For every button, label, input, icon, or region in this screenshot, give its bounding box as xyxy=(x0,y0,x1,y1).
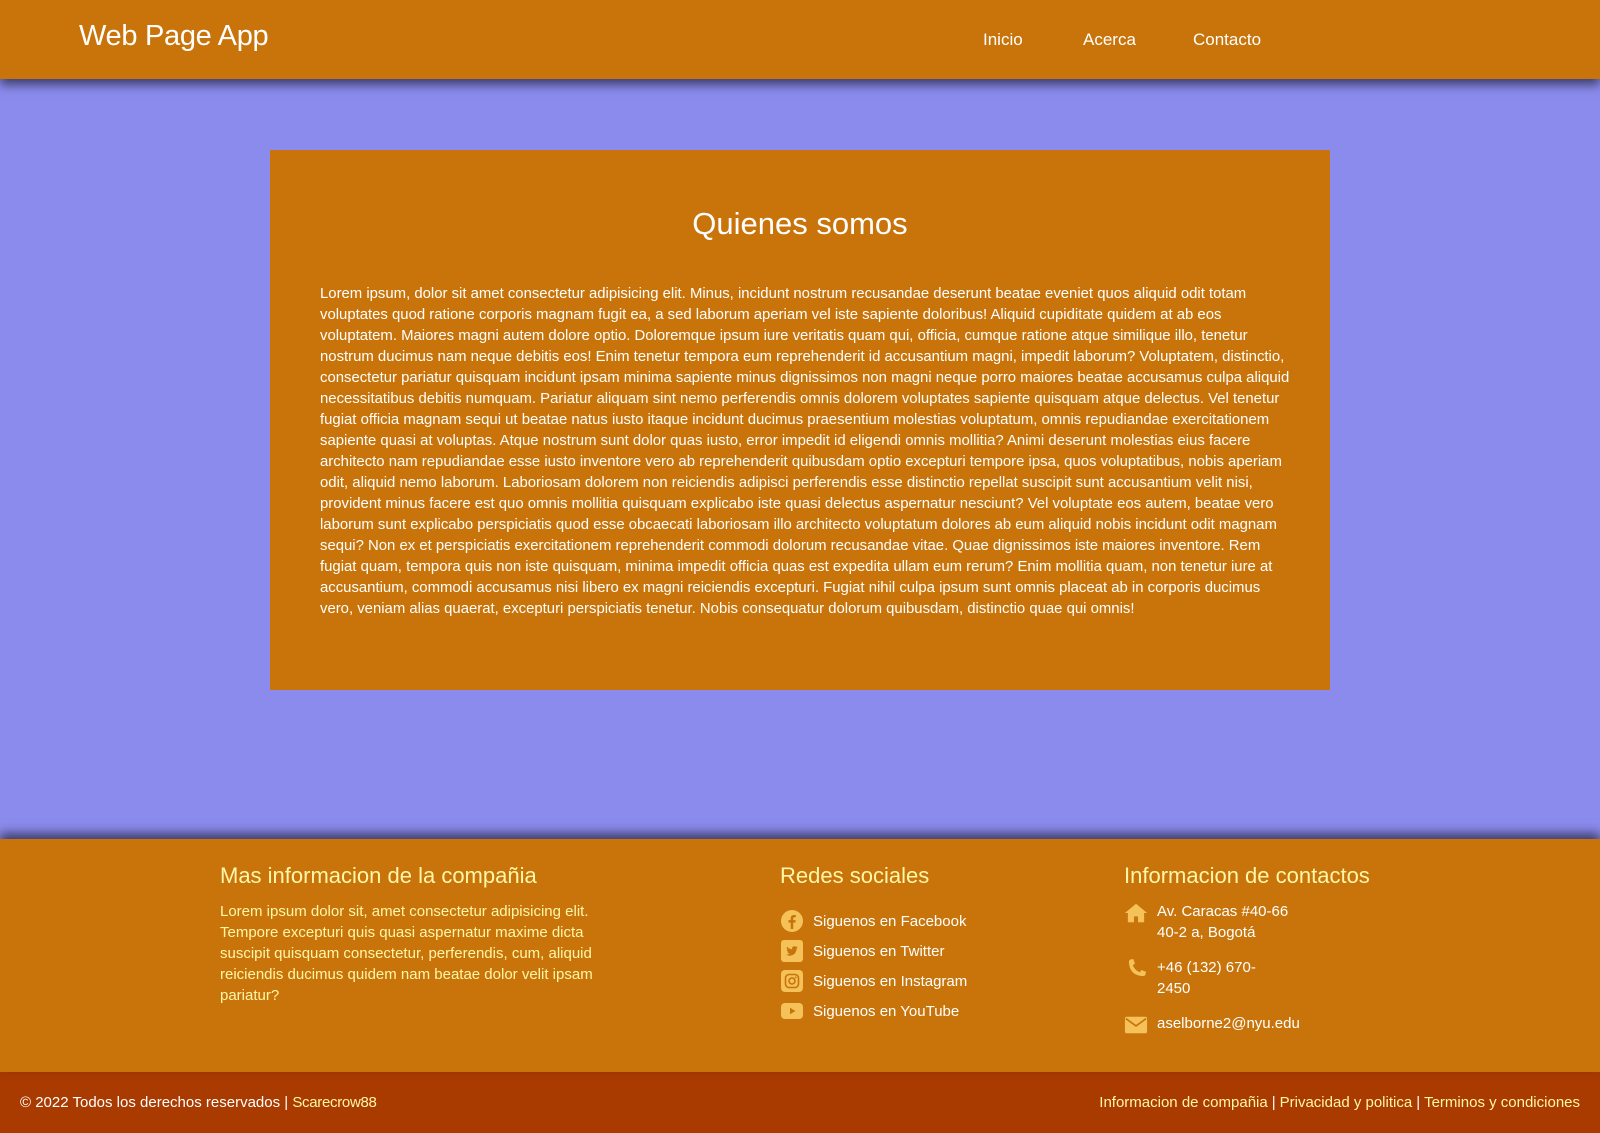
company-info-title: Mas informacion de la compañia xyxy=(220,863,537,888)
contact-column: Informacion de contactos Av. Caracas #40… xyxy=(1124,863,1414,1051)
social-title: Redes sociales xyxy=(780,863,930,888)
nav-link-inicio[interactable]: Inicio xyxy=(983,30,1023,50)
company-info-text: Lorem ipsum dolor sit, amet consectetur … xyxy=(220,903,593,1004)
contact-email: aselborne2@nyu.edu xyxy=(1124,1013,1414,1037)
link-privacy[interactable]: Privacidad y politica xyxy=(1280,1094,1413,1111)
phone-line-2: 2450 xyxy=(1157,980,1191,997)
site-footer: Mas informacion de la compañia Lorem ips… xyxy=(0,839,1600,1072)
author-name: Scarecrow88 xyxy=(292,1094,377,1111)
page-title: Quienes somos xyxy=(692,206,908,241)
phone-icon xyxy=(1124,957,1148,981)
link-terms[interactable]: Terminos y condiciones xyxy=(1424,1094,1580,1111)
home-icon xyxy=(1124,901,1148,925)
phone-line-1: +46 (132) 670- xyxy=(1157,959,1256,976)
site-header: Web Page App Inicio Acerca Contacto xyxy=(0,0,1600,79)
about-card: Quienes somos Lorem ipsum, dolor sit ame… xyxy=(270,150,1330,690)
contact-title: Informacion de contactos xyxy=(1124,863,1370,888)
link-separator: | xyxy=(1271,1094,1276,1111)
about-text: Lorem ipsum, dolor sit amet consectetur … xyxy=(320,286,1290,617)
company-info-column: Mas informacion de la compañia Lorem ips… xyxy=(220,863,610,1006)
facebook-icon xyxy=(780,909,804,933)
copyright: © 2022 Todos los derechos reservados | S… xyxy=(20,1094,377,1111)
address-line-1: Av. Caracas #40-66 xyxy=(1157,903,1289,920)
youtube-icon xyxy=(780,999,804,1023)
nav-link-contacto[interactable]: Contacto xyxy=(1193,30,1261,50)
bottom-bar: © 2022 Todos los derechos reservados | S… xyxy=(0,1072,1600,1133)
brand-logo[interactable]: Web Page App xyxy=(79,20,269,53)
link-company-info[interactable]: Informacion de compañia xyxy=(1099,1094,1267,1111)
address-line-2: 40-2 a, Bogotá xyxy=(1157,924,1256,941)
twitter-icon xyxy=(780,939,804,963)
instagram-icon xyxy=(780,969,804,993)
social-label-youtube: Siguenos en YouTube xyxy=(813,1002,960,1020)
contact-address: Av. Caracas #40-66 40-2 a, Bogotá xyxy=(1124,901,1414,943)
social-label-twitter: Siguenos en Twitter xyxy=(813,942,945,960)
social-label-facebook: Siguenos en Facebook xyxy=(813,912,967,930)
email-address[interactable]: aselborne2@nyu.edu xyxy=(1157,1013,1300,1034)
legal-links: Informacion de compañia | Privacidad y pol… xyxy=(1099,1094,1580,1111)
nav-link-acerca[interactable]: Acerca xyxy=(1083,30,1136,50)
link-separator: | xyxy=(1416,1094,1421,1111)
contact-phone: +46 (132) 670- 2450 xyxy=(1124,957,1414,999)
social-column: Redes sociales Siguenos en Facebook Sigu… xyxy=(780,863,1080,1031)
social-label-instagram: Siguenos en Instagram xyxy=(813,972,968,990)
copyright-text: © 2022 Todos los derechos reservados | xyxy=(20,1094,289,1111)
social-link-youtube[interactable]: Siguenos en YouTube xyxy=(780,991,1080,1031)
envelope-icon xyxy=(1124,1013,1148,1037)
